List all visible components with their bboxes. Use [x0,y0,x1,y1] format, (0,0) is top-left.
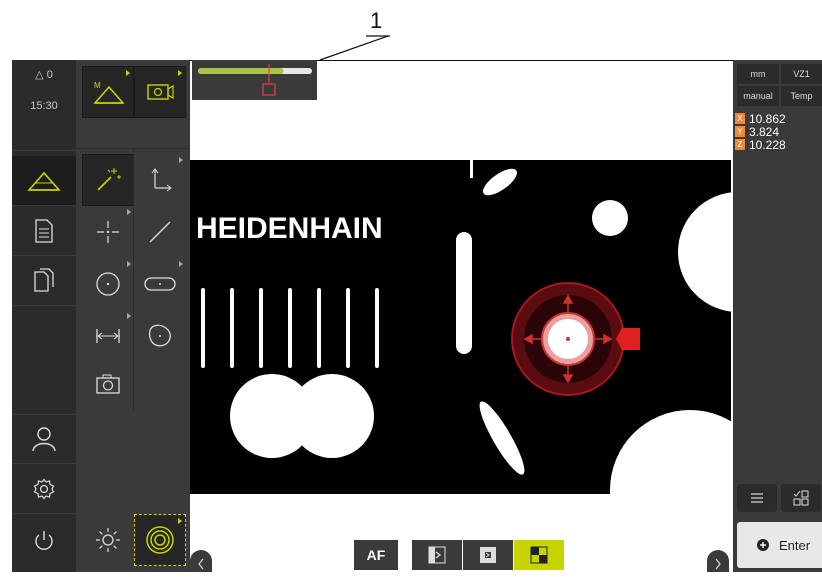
measure-circle-button[interactable] [82,258,134,310]
clock: 15:30 [30,100,58,112]
menu-settings-button[interactable] [12,464,76,514]
autofocus-button[interactable]: AF [354,540,398,570]
warning-triangle-icon: △ [35,69,44,81]
menu-switch-off-button[interactable] [12,516,76,566]
enter-button[interactable]: Enter [737,522,822,568]
view-overview-icon [530,546,548,564]
axis-value-x: 10.862 [749,113,786,125]
heidenhain-logo-text: HEIDENHAIN [196,212,383,245]
axis-label-z: Z [735,139,745,150]
user-login-icon [32,427,56,452]
view-mode-split-button[interactable] [463,540,513,570]
list-view-button[interactable] [737,484,777,512]
measure-alignment-button[interactable] [134,154,186,206]
circle-icon [96,272,120,296]
axis-value-y: 3.824 [749,126,780,138]
callout-number: 1 [370,8,383,33]
protocol-icon [35,218,53,243]
unit-button[interactable]: mm [737,64,779,84]
measure-distance-button[interactable] [82,310,134,362]
tool-palette: M [76,60,190,572]
sensor-video-button[interactable] [134,66,186,118]
live-camera-image[interactable]: HEIDENHAIN [190,160,731,494]
camera-icon [96,374,120,394]
feature-selection-button[interactable] [781,484,821,512]
alignment-icon [151,168,172,192]
measurement-tool-overlay[interactable] [511,282,640,396]
switch-off-icon [35,531,53,550]
measure-point-button[interactable] [82,206,134,258]
menu-protocol-button[interactable] [12,206,76,256]
freeform-icon [148,324,171,347]
palette-collapse-tab[interactable] [190,550,212,572]
menu-file-management-button[interactable] [12,256,76,306]
light-icon [96,528,120,552]
magic-wand-icon [97,168,121,191]
measure-magic-button[interactable] [82,154,134,206]
axis-value-z: 10.228 [749,139,786,151]
manual-measuring-icon: M [93,81,125,104]
line-icon [149,221,171,243]
add-plus-icon [757,539,769,551]
main-menu: △ 0 15:30 [12,60,76,572]
menu-user-login-button[interactable] [12,414,76,464]
measure-freeform-button[interactable] [134,310,186,362]
view-split-icon [480,547,496,563]
measure-slot-button[interactable] [134,258,186,310]
warning-count: 0 [46,69,53,81]
image-capture-button[interactable] [82,358,134,410]
axis-label-y: Y [735,126,745,137]
position-display-panel: mm VZ1 manual Temp X 10.862 Y 3.824 Z 10… [733,60,822,572]
sharpness-bar [198,64,312,96]
view-mode-image-button[interactable] [412,540,462,570]
sharpness-indicator[interactable] [192,60,317,100]
menu-lines-icon [751,493,763,503]
measure-icon [27,171,61,191]
enter-label: Enter [779,537,811,553]
chevron-left-icon [198,558,204,570]
chevron-right-icon [715,558,721,570]
slot-icon [144,277,176,291]
distance-icon [96,329,120,343]
coordinate-system-button[interactable]: VZ1 [781,64,822,84]
warning-indicator[interactable]: △ 0 [12,68,76,81]
settings-icon [33,478,55,499]
panel-collapse-tab[interactable] [707,550,729,572]
view-image-icon [428,546,446,564]
measure-mode-manual-button[interactable]: M [82,66,134,118]
video-sensor-icon [147,84,174,100]
ring-light-icon [146,526,174,554]
axis-label-x: X [735,113,745,124]
menu-measure-button[interactable] [12,156,76,206]
ring-light-button[interactable] [134,514,186,566]
point-icon [97,221,119,243]
file-management-icon [34,267,54,292]
light-settings-button[interactable] [82,514,134,566]
temperature-button[interactable]: Temp [781,86,822,106]
view-mode-overview-button[interactable] [514,540,564,570]
svg-text:M: M [94,81,101,90]
positioning-mode-button[interactable]: manual [737,86,779,106]
feature-grid-icon [793,490,809,506]
measure-line-button[interactable] [134,206,186,258]
